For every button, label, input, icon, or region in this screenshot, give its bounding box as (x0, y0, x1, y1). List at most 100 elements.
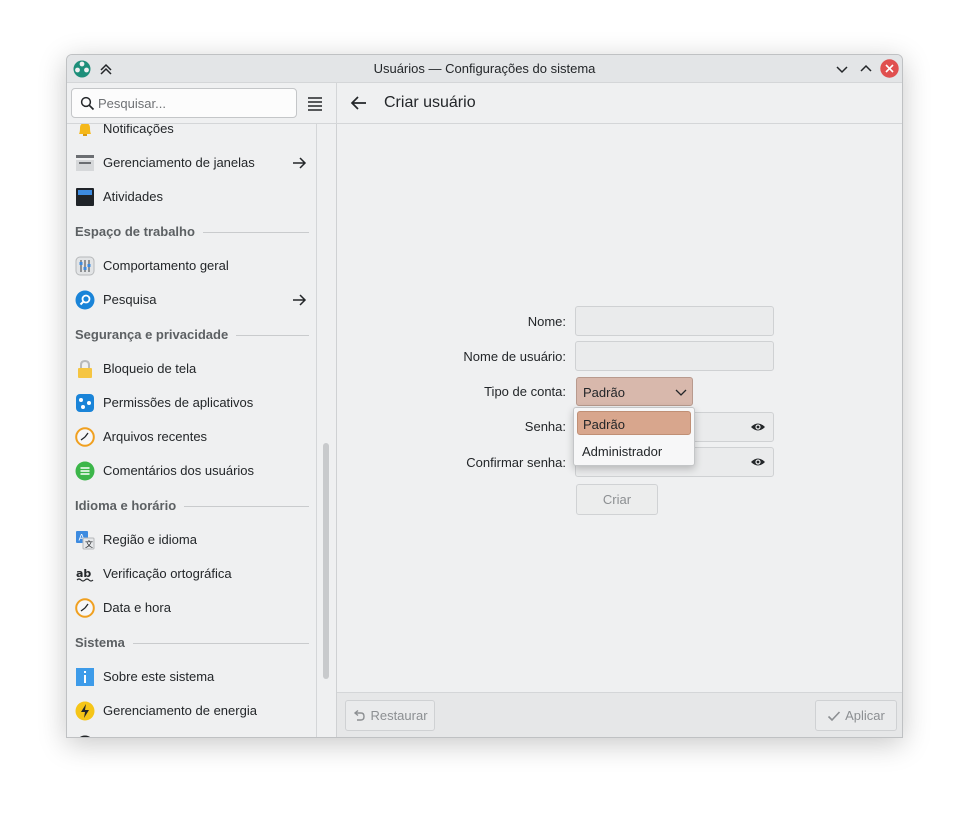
arrow-right-icon (293, 157, 307, 169)
maximize-icon[interactable] (857, 60, 875, 78)
clock-icon (75, 427, 95, 447)
chevron-down-icon (675, 389, 687, 396)
close-icon[interactable] (880, 59, 899, 78)
sidebar-item-label: Gerenciamento de energia (103, 703, 257, 718)
show-password-icon[interactable] (750, 455, 766, 469)
section-header-security-privacy: Segurança e privacidade (75, 325, 309, 345)
account-type-option-administrator[interactable]: Administrador (577, 439, 691, 463)
general-behavior-icon (75, 256, 95, 276)
info-icon (76, 668, 94, 686)
name-label: Nome: (527, 314, 566, 329)
sidebar-scrollbar-thumb[interactable] (323, 443, 329, 679)
clock-icon (75, 598, 95, 618)
show-password-icon[interactable] (750, 420, 766, 434)
undo-icon (354, 709, 366, 721)
sidebar-item-date-time[interactable]: Data e hora (67, 591, 317, 625)
back-arrow-icon[interactable] (349, 93, 369, 113)
settings-window: Usuários — Configurações do sistema Cria (66, 54, 903, 738)
sidebar-item-label: Sobre este sistema (103, 669, 215, 684)
search-settings-icon (75, 290, 95, 310)
account-type-label: Tipo de conta: (484, 384, 566, 399)
arrow-right-icon (293, 294, 307, 306)
option-label: Padrão (583, 417, 625, 432)
sidebar-item-label: Pesquisa (103, 292, 157, 307)
window-management-icon (76, 155, 94, 171)
apply-label: Aplicar (845, 708, 885, 723)
account-type-combobox[interactable]: Padrão (576, 377, 693, 406)
section-label: Sistema (75, 635, 133, 650)
sidebar-item-about-system[interactable]: Sobre este sistema (67, 660, 317, 694)
restore-button[interactable]: Restaurar (345, 700, 435, 731)
section-label: Idioma e horário (75, 498, 185, 513)
sidebar: Notificações Gerenciamento de janelas At… (67, 124, 336, 737)
sidebar-item-partial (67, 728, 317, 737)
create-button[interactable]: Criar (576, 484, 658, 515)
hamburger-menu-icon[interactable] (305, 93, 325, 113)
apply-button[interactable]: Aplicar (815, 700, 897, 731)
language-icon: A 文 (76, 531, 95, 550)
account-type-dropdown: Padrão Administrador (573, 407, 695, 466)
sidebar-item-label: Permissões de aplicativos (103, 395, 254, 410)
username-label: Nome de usuário: (463, 349, 566, 364)
search-input[interactable] (98, 89, 294, 117)
sidebar-item-screen-lock[interactable]: Bloqueio de tela (67, 352, 317, 386)
sidebar-item-label: Região e idioma (103, 532, 197, 547)
search-box[interactable] (71, 88, 297, 118)
svg-text:文: 文 (85, 539, 93, 549)
sidebar-item-label: Data e hora (103, 600, 171, 615)
sidebar-item-label: Arquivos recentes (103, 429, 208, 444)
username-field[interactable] (575, 341, 774, 371)
header-divider (336, 83, 337, 124)
lock-icon (78, 359, 92, 378)
sidebar-item-label: Comportamento geral (103, 258, 229, 273)
password-label: Senha: (524, 419, 566, 434)
bell-icon (79, 124, 91, 136)
section-header-workspace: Espaço de trabalho (75, 222, 309, 242)
sidebar-item-spellcheck[interactable]: ab Verificação ortográfica (67, 557, 317, 591)
app-permissions-icon (76, 394, 94, 412)
section-header-language-time: Idioma e horário (75, 496, 309, 516)
power-icon (75, 701, 95, 721)
name-field[interactable] (575, 306, 774, 336)
option-label: Administrador (582, 444, 663, 459)
title-bar: Usuários — Configurações do sistema (67, 55, 902, 83)
sidebar-item-notifications[interactable]: Notificações (67, 124, 317, 146)
sidebar-item-activities[interactable]: Atividades (67, 180, 317, 214)
sidebar-item-label: Verificação ortográfica (103, 566, 232, 581)
sidebar-item-region-language[interactable]: A 文 Região e idioma (67, 523, 317, 557)
section-label: Espaço de trabalho (75, 224, 203, 239)
svg-text:ab: ab (76, 567, 91, 580)
sidebar-item-label: Gerenciamento de janelas (103, 155, 255, 170)
account-type-value: Padrão (583, 385, 625, 400)
sidebar-item-power-management[interactable]: Gerenciamento de energia (67, 694, 317, 728)
feedback-icon (75, 461, 95, 481)
sidebar-item-label: Atividades (103, 189, 163, 204)
sidebar-item-general-behavior[interactable]: Comportamento geral (67, 249, 317, 283)
footer-bar: Restaurar Aplicar (337, 692, 902, 737)
minimize-icon[interactable] (833, 60, 851, 78)
create-user-form: Nome: Nome de usuário: Tipo de conta: Pa… (337, 124, 902, 692)
sidebar-item-label: Comentários dos usuários (103, 463, 255, 478)
confirm-password-label: Confirmar senha: (466, 455, 566, 470)
sidebar-item-label: Bloqueio de tela (103, 361, 197, 376)
page-title: Criar usuário (384, 94, 476, 111)
search-icon (80, 96, 95, 111)
sidebar-item-app-permissions[interactable]: Permissões de aplicativos (67, 386, 317, 420)
username-input[interactable] (576, 342, 773, 370)
spellcheck-icon: ab (76, 567, 94, 582)
sidebar-item-search[interactable]: Pesquisa (67, 283, 317, 317)
sidebar-item-label: Notificações (103, 124, 174, 136)
partial-item-icon (79, 735, 91, 737)
header-row: Criar usuário (67, 83, 902, 124)
sidebar-item-user-feedback[interactable]: Comentários dos usuários (67, 454, 317, 488)
checkmark-icon (828, 710, 841, 721)
section-header-system: Sistema (75, 633, 309, 653)
activities-icon (76, 188, 94, 206)
sidebar-item-window-management[interactable]: Gerenciamento de janelas (67, 146, 317, 180)
window-title: Usuários — Configurações do sistema (373, 61, 596, 76)
restore-label: Restaurar (370, 708, 428, 723)
sidebar-item-recent-files[interactable]: Arquivos recentes (67, 420, 317, 454)
name-input[interactable] (576, 307, 773, 335)
section-label: Segurança e privacidade (75, 327, 237, 342)
account-type-option-standard[interactable]: Padrão (577, 411, 691, 435)
